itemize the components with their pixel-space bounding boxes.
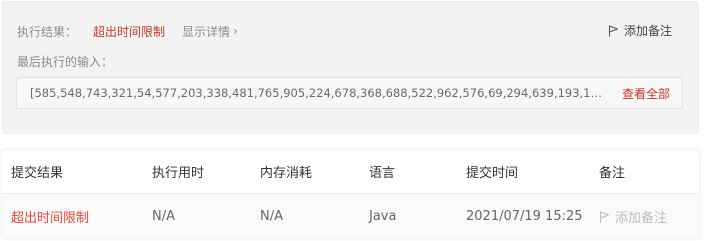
add-note-button[interactable]: 添加备注 <box>608 22 672 39</box>
header-submit-time: 提交时间 <box>466 166 519 181</box>
row-result-link[interactable]: 超出时间限制 <box>11 194 89 239</box>
row-memory: N/A <box>260 209 283 224</box>
view-all-link[interactable]: 查看全部 <box>608 85 682 102</box>
show-details-label: 显示详情 <box>182 24 231 39</box>
execution-result-panel: 执行结果： 超出时间限制 显示详情 › 添加备注 最后执行的输入： [585,5… <box>2 1 699 134</box>
submission-table: 提交结果 执行用时 内存消耗 语言 提交时间 备注 超出时间限制 N/A N/A… <box>2 150 699 239</box>
last-input-label: 最后执行的输入： <box>17 55 114 69</box>
result-status: 超出时间限制 <box>93 24 166 39</box>
table-header-row: 提交结果 执行用时 内存消耗 语言 提交时间 备注 <box>2 150 699 194</box>
header-note: 备注 <box>599 166 626 181</box>
result-row: 执行结果： 超出时间限制 显示详情 › <box>17 22 238 40</box>
header-result: 提交结果 <box>11 166 64 181</box>
flag-icon <box>608 25 618 36</box>
show-details-link[interactable]: 显示详情 › <box>182 23 238 40</box>
row-add-note-button[interactable]: 添加备注 <box>599 194 667 239</box>
add-note-label: 添加备注 <box>623 24 672 38</box>
header-runtime: 执行用时 <box>152 166 205 181</box>
last-input-box: [585,548,743,321,54,577,203,338,481,765,… <box>16 77 683 109</box>
flag-icon <box>599 211 609 222</box>
table-row: 超出时间限制 N/A N/A Java 2021/07/19 15:25 添加备… <box>2 194 699 239</box>
header-language: 语言 <box>369 166 396 181</box>
last-input-value: [585,548,743,321,54,577,203,338,481,765,… <box>30 86 608 100</box>
row-language: Java <box>369 209 397 224</box>
row-add-note-label: 添加备注 <box>615 211 668 226</box>
chevron-right-icon: › <box>233 24 238 38</box>
result-label: 执行结果： <box>17 24 78 39</box>
row-runtime: N/A <box>152 209 175 224</box>
row-submit-time: 2021/07/19 15:25 <box>466 209 583 224</box>
header-memory: 内存消耗 <box>260 166 313 181</box>
